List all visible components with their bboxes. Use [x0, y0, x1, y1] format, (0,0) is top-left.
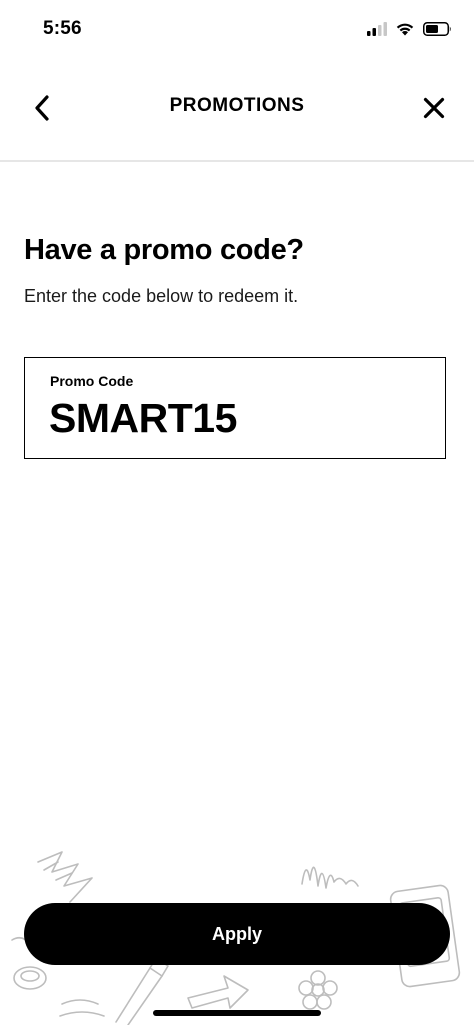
- arrow-doodle: [187, 975, 249, 1009]
- flower-doodle: [298, 970, 338, 1010]
- apply-button[interactable]: Apply: [24, 903, 450, 965]
- pencil-doodle: [115, 967, 163, 1025]
- promo-code-label: Promo Code: [50, 373, 134, 389]
- status-icons: [367, 20, 452, 42]
- nav-header: PROMOTIONS: [0, 60, 474, 162]
- close-icon: [423, 97, 445, 124]
- promo-code-field[interactable]: Promo Code SMART15: [24, 357, 446, 459]
- status-time: 5:56: [43, 18, 82, 39]
- home-indicator: [153, 1010, 321, 1016]
- promo-heading: Have a promo code?: [24, 234, 304, 266]
- scribble-doodle: [301, 866, 359, 889]
- promo-subheading: Enter the code below to redeem it.: [24, 286, 299, 306]
- battery-icon: [423, 21, 452, 41]
- wifi-icon: [395, 21, 415, 41]
- lightning-doodle: [37, 851, 93, 903]
- status-bar: 5:56: [0, 0, 474, 60]
- cellular-signal-icon: [367, 21, 387, 41]
- page-title: PROMOTIONS: [169, 95, 305, 116]
- close-button[interactable]: [414, 90, 454, 130]
- promo-code-value[interactable]: SMART15: [49, 398, 237, 439]
